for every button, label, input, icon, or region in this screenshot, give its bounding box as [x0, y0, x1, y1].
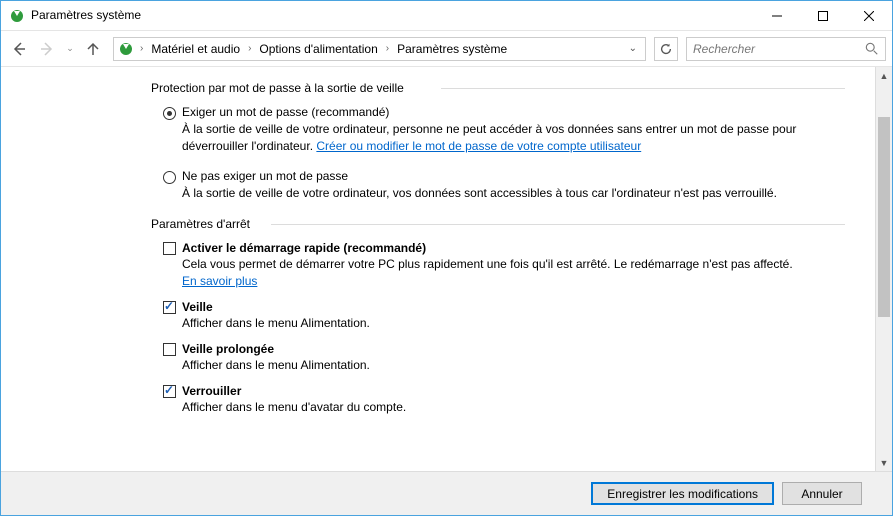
checkbox-icon[interactable] [163, 385, 176, 398]
radio-require-password[interactable]: Exiger un mot de passe (recommandé) À la… [163, 105, 845, 155]
checkbox-label: Activer le démarrage rapide (recommandé) [182, 241, 802, 255]
maximize-button[interactable] [800, 1, 846, 30]
checkbox-fast-startup[interactable]: Activer le démarrage rapide (recommandé)… [163, 241, 845, 290]
search-placeholder: Rechercher [693, 42, 865, 56]
scroll-thumb[interactable] [878, 117, 890, 317]
navbar: ⌄ › Matériel et audio › Options d'alimen… [1, 31, 892, 67]
checkbox-description: Afficher dans le menu Alimentation. [182, 357, 370, 374]
checkbox-label: Veille [182, 300, 370, 314]
breadcrumb-item[interactable]: Options d'alimentation [257, 42, 379, 56]
checkbox-icon[interactable] [163, 301, 176, 314]
nav-up-button[interactable] [81, 37, 105, 61]
vertical-scrollbar[interactable]: ▲ ▼ [875, 67, 892, 471]
checkbox-lock[interactable]: Verrouiller Afficher dans le menu d'avat… [163, 384, 845, 416]
content-area: Protection par mot de passe à la sortie … [1, 67, 875, 471]
section-header-label: Protection par mot de passe à la sortie … [151, 81, 404, 95]
breadcrumb-dropdown-icon[interactable]: ⌄ [629, 43, 641, 54]
nav-back-button[interactable] [7, 37, 31, 61]
app-icon [9, 8, 25, 24]
search-input[interactable]: Rechercher [686, 37, 886, 61]
titlebar: Paramètres système [1, 1, 892, 31]
radio-icon[interactable] [163, 107, 176, 120]
scroll-down-arrow[interactable]: ▼ [876, 454, 892, 471]
section-header-password: Protection par mot de passe à la sortie … [151, 81, 845, 95]
checkbox-icon[interactable] [163, 242, 176, 255]
checkbox-description: Cela vous permet de démarrer votre PC pl… [182, 256, 802, 290]
checkbox-label: Verrouiller [182, 384, 406, 398]
nav-recent-dropdown[interactable]: ⌄ [63, 37, 77, 61]
radio-icon[interactable] [163, 171, 176, 184]
learn-more-link[interactable]: En savoir plus [182, 274, 257, 288]
breadcrumb-item[interactable]: Paramètres système [395, 42, 509, 56]
cancel-button[interactable]: Annuler [782, 482, 862, 505]
checkbox-sleep[interactable]: Veille Afficher dans le menu Alimentatio… [163, 300, 845, 332]
checkbox-label: Veille prolongée [182, 342, 370, 356]
scroll-up-arrow[interactable]: ▲ [876, 67, 892, 84]
breadcrumb-icon [118, 41, 134, 57]
radio-label: Exiger un mot de passe (recommandé) [182, 105, 802, 119]
section-header-label: Paramètres d'arrêt [151, 217, 250, 231]
chevron-right-icon: › [382, 43, 393, 54]
save-button[interactable]: Enregistrer les modifications [591, 482, 774, 505]
breadcrumb-item[interactable]: Matériel et audio [149, 42, 242, 56]
chevron-right-icon: › [136, 43, 147, 54]
window-title: Paramètres système [31, 8, 754, 24]
radio-no-password[interactable]: Ne pas exiger un mot de passe À la sorti… [163, 169, 845, 202]
nav-forward-button[interactable] [35, 37, 59, 61]
checkbox-icon[interactable] [163, 343, 176, 356]
refresh-button[interactable] [654, 37, 678, 61]
checkbox-description: Afficher dans le menu Alimentation. [182, 315, 370, 332]
create-password-link[interactable]: Créer ou modifier le mot de passe de vot… [316, 139, 641, 153]
checkbox-description: Afficher dans le menu d'avatar du compte… [182, 399, 406, 416]
search-icon [865, 42, 879, 56]
checkbox-hibernate[interactable]: Veille prolongée Afficher dans le menu A… [163, 342, 845, 374]
breadcrumb[interactable]: › Matériel et audio › Options d'alimenta… [113, 37, 646, 61]
close-button[interactable] [846, 1, 892, 30]
footer: Enregistrer les modifications Annuler [1, 471, 892, 515]
radio-description: À la sortie de veille de votre ordinateu… [182, 185, 777, 202]
window-controls [754, 1, 892, 30]
chevron-right-icon: › [244, 43, 255, 54]
radio-label: Ne pas exiger un mot de passe [182, 169, 777, 183]
section-header-shutdown: Paramètres d'arrêt [151, 217, 845, 231]
minimize-button[interactable] [754, 1, 800, 30]
radio-description: À la sortie de veille de votre ordinateu… [182, 121, 802, 155]
